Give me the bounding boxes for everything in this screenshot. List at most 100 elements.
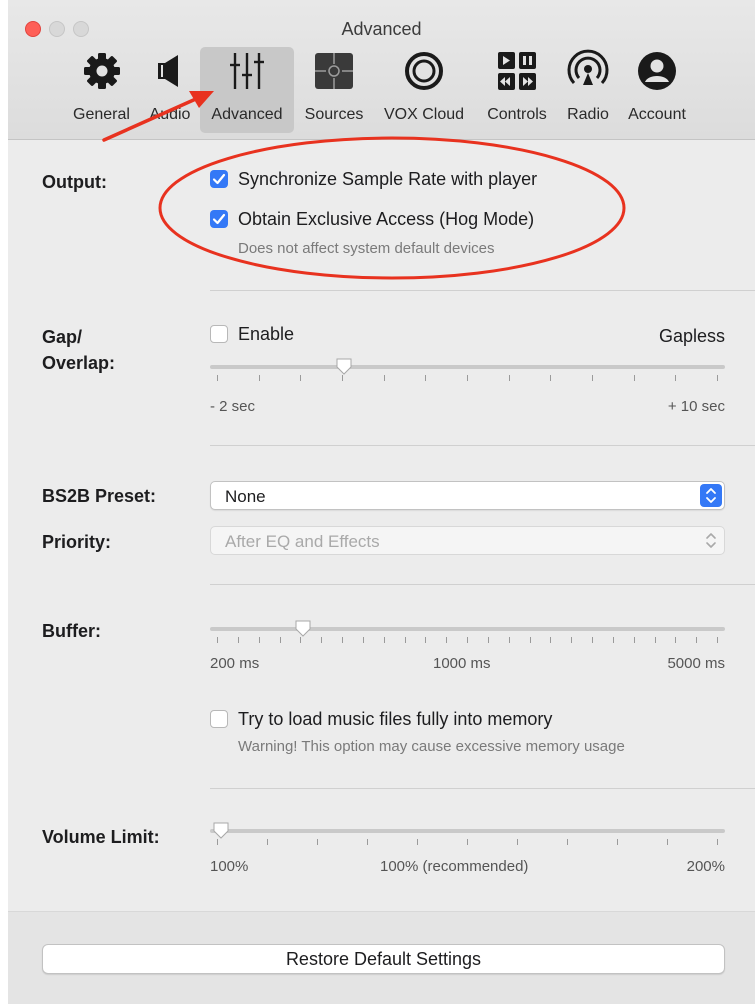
buffer-slider-knob[interactable] <box>294 620 312 638</box>
preferences-toolbar: General Audio Advanced Sources VOX Cloud… <box>63 47 698 133</box>
buffer-min-label: 200 ms <box>210 655 260 672</box>
slider-tick <box>717 375 718 381</box>
preferences-window: Advanced General Audio Advanced Sources … <box>8 0 755 1004</box>
slider-tick <box>342 637 343 643</box>
priority-value: After EQ and Effects <box>225 532 380 551</box>
title-bar: Advanced General Audio Advanced Sources … <box>8 0 755 140</box>
load-into-memory-checkbox[interactable] <box>210 710 228 728</box>
slider-tick <box>517 839 518 845</box>
tab-account[interactable]: Account <box>616 47 698 133</box>
tab-general[interactable]: General <box>63 47 140 133</box>
tab-radio[interactable]: Radio <box>560 47 616 133</box>
slider-tick <box>446 637 448 643</box>
slider-tick <box>404 637 406 643</box>
slider-tick <box>362 637 364 643</box>
footer: Restore Default Settings <box>8 911 755 1004</box>
tab-label: Audio <box>149 106 191 123</box>
hog-mode-checkbox[interactable] <box>210 210 228 228</box>
advanced-settings-panel: Output: Synchronize Sample Rate with pla… <box>8 141 755 911</box>
radio-broadcast-icon <box>567 49 609 85</box>
slider-tick <box>383 375 385 381</box>
gap-max-label: + 10 sec <box>667 398 725 415</box>
bs2b-preset-label: BS2B Preset: <box>42 486 157 506</box>
bs2b-preset-value: None <box>225 487 266 506</box>
slider-tick <box>696 637 698 643</box>
slider-tick <box>258 637 260 643</box>
gap-enable-label[interactable]: Enable <box>238 324 294 345</box>
slider-tick <box>717 637 718 643</box>
user-icon <box>638 52 676 90</box>
volume-slider-knob[interactable] <box>212 822 230 840</box>
gap-label-line1: Gap/ <box>42 327 83 347</box>
chevron-up-down-icon <box>700 484 722 507</box>
hog-mode-note: Does not affect system default devices <box>238 240 495 257</box>
tab-label: Advanced <box>211 106 283 123</box>
volume-limit-label: Volume Limit: <box>42 827 160 847</box>
slider-tick <box>567 839 568 845</box>
priority-label: Priority: <box>42 532 112 552</box>
slider-tick <box>300 375 302 381</box>
volume-min-label: 100% <box>210 858 249 875</box>
slider-tick <box>317 839 318 845</box>
hog-mode-label[interactable]: Obtain Exclusive Access (Hog Mode) <box>238 209 534 230</box>
gap-min-label: - 2 sec <box>210 398 256 415</box>
gap-enable-checkbox[interactable] <box>210 325 228 343</box>
tab-sources[interactable]: Sources <box>294 47 374 133</box>
separator <box>210 584 755 585</box>
slider-tick <box>592 637 593 643</box>
slider-tick <box>467 839 468 845</box>
gap-label-line2: Overlap: <box>42 353 116 373</box>
checkmark-icon <box>212 173 226 185</box>
slider-tick <box>279 637 281 643</box>
slider-tick <box>508 637 510 643</box>
volume-slider-ticks <box>217 839 718 845</box>
separator <box>210 788 755 789</box>
load-into-memory-warning: Warning! This option may cause excessive… <box>238 738 625 755</box>
separator <box>210 290 755 291</box>
slider-tick <box>508 375 510 381</box>
slider-tick <box>467 375 468 381</box>
slider-tick <box>612 637 614 643</box>
slider-tick <box>417 839 418 845</box>
sync-sample-rate-label[interactable]: Synchronize Sample Rate with player <box>238 169 537 190</box>
restore-defaults-button[interactable]: Restore Default Settings <box>42 944 725 974</box>
cloud-rings-icon <box>405 52 443 90</box>
load-into-memory-label[interactable]: Try to load music files fully into memor… <box>238 709 552 730</box>
slider-tick <box>550 375 552 381</box>
slider-tick <box>529 637 531 643</box>
gap-slider-track[interactable] <box>210 365 725 369</box>
slider-tick <box>667 839 668 845</box>
slider-tick <box>425 375 427 381</box>
tab-label: Radio <box>567 106 609 123</box>
sync-sample-rate-checkbox[interactable] <box>210 170 228 188</box>
playback-controls-icon <box>498 52 536 90</box>
tab-label: Sources <box>304 106 364 123</box>
tab-vox-cloud[interactable]: VOX Cloud <box>374 47 474 133</box>
slider-tick <box>258 375 260 381</box>
sliders-icon <box>230 53 264 89</box>
gap-slider-knob[interactable] <box>335 358 353 376</box>
buffer-slider-ticks <box>217 637 718 643</box>
slider-tick <box>675 637 677 643</box>
separator <box>210 445 755 446</box>
slider-tick <box>592 375 593 381</box>
chevron-up-down-icon <box>700 529 722 552</box>
slider-tick <box>217 637 218 643</box>
tab-audio[interactable]: Audio <box>140 47 200 133</box>
slider-tick <box>367 839 368 845</box>
gear-icon <box>83 53 120 89</box>
slider-tick <box>321 637 323 643</box>
puzzle-icon <box>315 53 353 89</box>
slider-tick <box>675 375 677 381</box>
volume-slider-track[interactable] <box>210 829 725 833</box>
slider-tick <box>717 839 718 845</box>
volume-mid-label: 100% (recommended) <box>380 858 529 875</box>
slider-tick <box>425 637 427 643</box>
buffer-slider-track[interactable] <box>210 627 725 631</box>
tab-advanced[interactable]: Advanced <box>200 47 294 133</box>
window-title: Advanced <box>341 19 422 39</box>
tab-controls[interactable]: Controls <box>474 47 560 133</box>
tab-label: Controls <box>487 106 547 123</box>
checkmark-icon <box>212 213 226 225</box>
bs2b-preset-select[interactable]: None <box>210 481 725 510</box>
